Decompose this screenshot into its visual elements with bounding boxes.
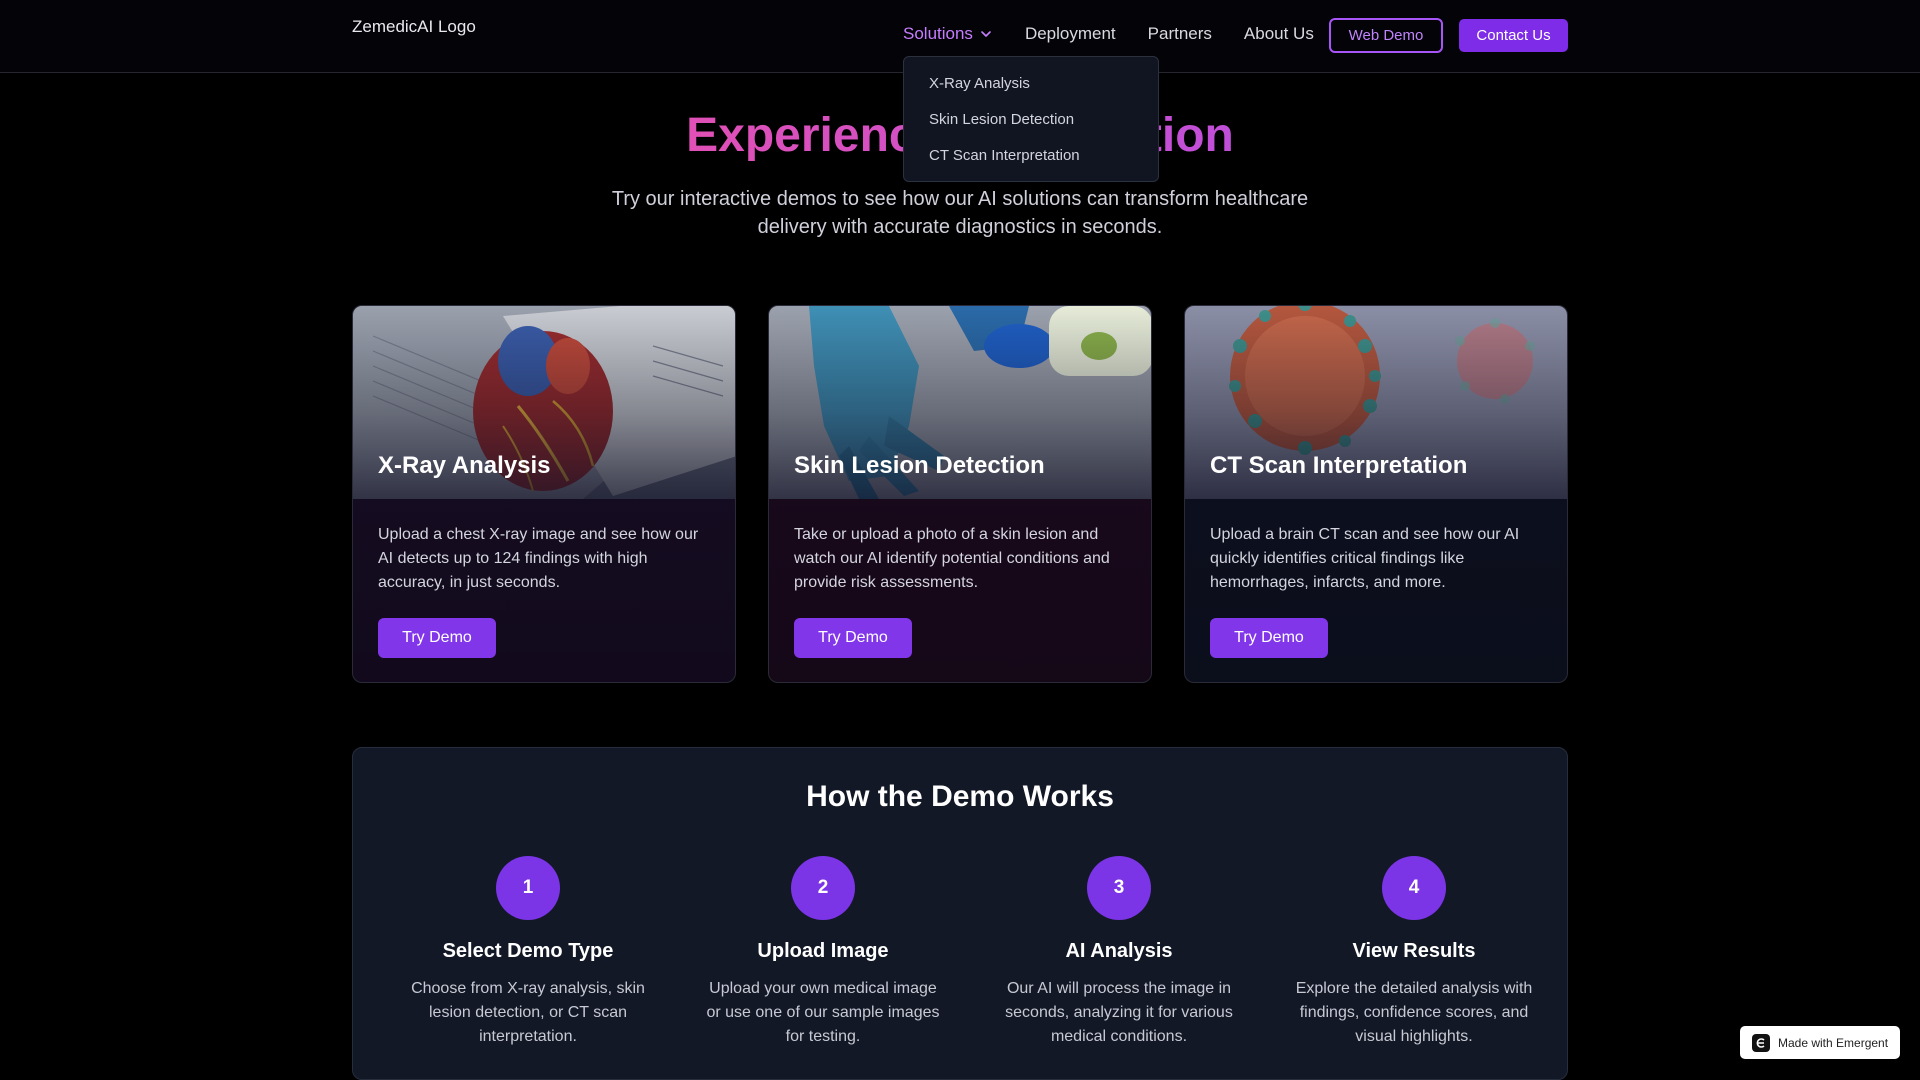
logo[interactable]: ZemedicAI Logo: [352, 17, 476, 37]
nav-about[interactable]: About Us: [1244, 24, 1314, 44]
step-title: View Results: [1352, 940, 1476, 962]
try-demo-button-ct[interactable]: Try Demo: [1210, 618, 1328, 658]
contact-us-button[interactable]: Contact Us: [1459, 19, 1568, 52]
dropdown-item-xray[interactable]: X-Ray Analysis: [904, 75, 1158, 111]
emergent-logo-icon: [1752, 1033, 1770, 1052]
made-with-badge[interactable]: Made with Emergent: [1740, 1026, 1900, 1059]
step-title: AI Analysis: [1065, 940, 1173, 962]
how-title: How the Demo Works: [806, 780, 1114, 813]
nav-partners-label: Partners: [1147, 24, 1212, 43]
nav-deployment-label: Deployment: [1024, 24, 1116, 43]
demo-card-ct: CT Scan Interpretation Upload a brain CT…: [1184, 305, 1568, 683]
card-description: Take or upload a photo of a skin lesion …: [794, 526, 1110, 591]
card-title: X-Ray Analysis: [378, 452, 551, 479]
step-3: 3 AI Analysis Our AI will process the im…: [989, 856, 1249, 1049]
web-demo-button[interactable]: Web Demo: [1329, 18, 1443, 53]
dropdown-item-skin[interactable]: Skin Lesion Detection: [904, 111, 1158, 147]
step-title: Upload Image: [757, 940, 889, 962]
logo-alt-text: ZemedicAI Logo: [352, 17, 476, 36]
chevron-down-icon: [981, 31, 991, 37]
step-description: Our AI will process the image in seconds…: [1005, 980, 1233, 1045]
how-it-works-section: How the Demo Works 1 Select Demo Type Ch…: [352, 747, 1568, 1080]
step-1: 1 Select Demo Type Choose from X-ray ana…: [398, 856, 658, 1049]
try-demo-button-xray[interactable]: Try Demo: [378, 618, 496, 658]
hero-subtitle: Try our interactive demos to see how our…: [611, 188, 1309, 238]
card-description: Upload a chest X-ray image and see how o…: [378, 526, 699, 591]
demo-card-xray: X-Ray Analysis Upload a chest X-ray imag…: [352, 305, 736, 683]
card-description: Upload a brain CT scan and see how our A…: [1210, 526, 1520, 591]
card-title: CT Scan Interpretation: [1210, 452, 1468, 479]
step-4: 4 View Results Explore the detailed anal…: [1284, 856, 1544, 1049]
step-number: 1: [496, 856, 560, 920]
badge-label: Made with Emergent: [1778, 1035, 1889, 1050]
step-number: 4: [1382, 856, 1446, 920]
nav-solutions-label: Solutions: [903, 24, 973, 43]
step-description: Choose from X-ray analysis, skin lesion …: [411, 980, 645, 1045]
nav-solutions[interactable]: Solutions: [903, 24, 993, 44]
solutions-dropdown: X-Ray Analysis Skin Lesion Detection CT …: [903, 56, 1159, 182]
step-number: 2: [791, 856, 855, 920]
step-title: Select Demo Type: [442, 940, 614, 962]
step-description: Upload your own medical image or use one…: [706, 980, 940, 1045]
try-demo-button-skin[interactable]: Try Demo: [794, 618, 912, 658]
nav-about-label: About Us: [1243, 24, 1314, 43]
nav-deployment[interactable]: Deployment: [1025, 24, 1116, 44]
step-2: 2 Upload Image Upload your own medical i…: [693, 856, 953, 1049]
step-number: 3: [1087, 856, 1151, 920]
card-title: Skin Lesion Detection: [794, 452, 1045, 479]
step-description: Explore the detailed analysis with findi…: [1295, 980, 1533, 1045]
main-nav: Solutions Deployment Partners About Us: [903, 24, 1346, 44]
nav-partners[interactable]: Partners: [1148, 24, 1212, 44]
demo-card-skin: Skin Lesion Detection Take or upload a p…: [768, 305, 1152, 683]
dropdown-item-ct[interactable]: CT Scan Interpretation: [904, 147, 1158, 183]
